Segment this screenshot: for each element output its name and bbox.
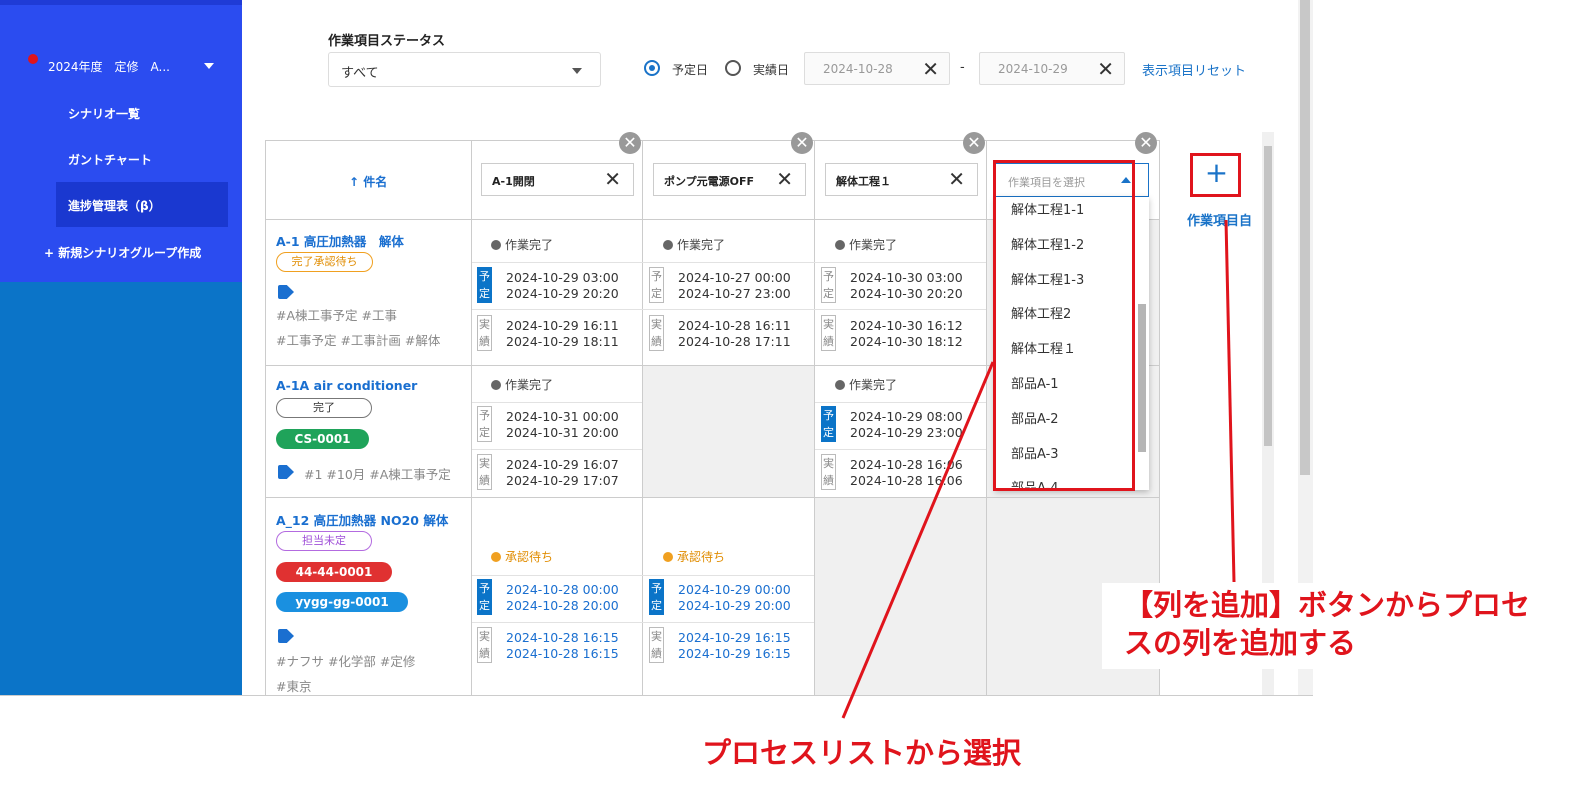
annotation-arrows xyxy=(841,219,1236,719)
annotation-add-column: 【列を追加】ボタンからプロセスの列を追加する xyxy=(1124,588,1531,660)
arrow-line xyxy=(841,361,995,719)
annotation-select-process: プロセスリストから選択 xyxy=(702,736,1022,770)
arrow-line xyxy=(1224,219,1236,583)
